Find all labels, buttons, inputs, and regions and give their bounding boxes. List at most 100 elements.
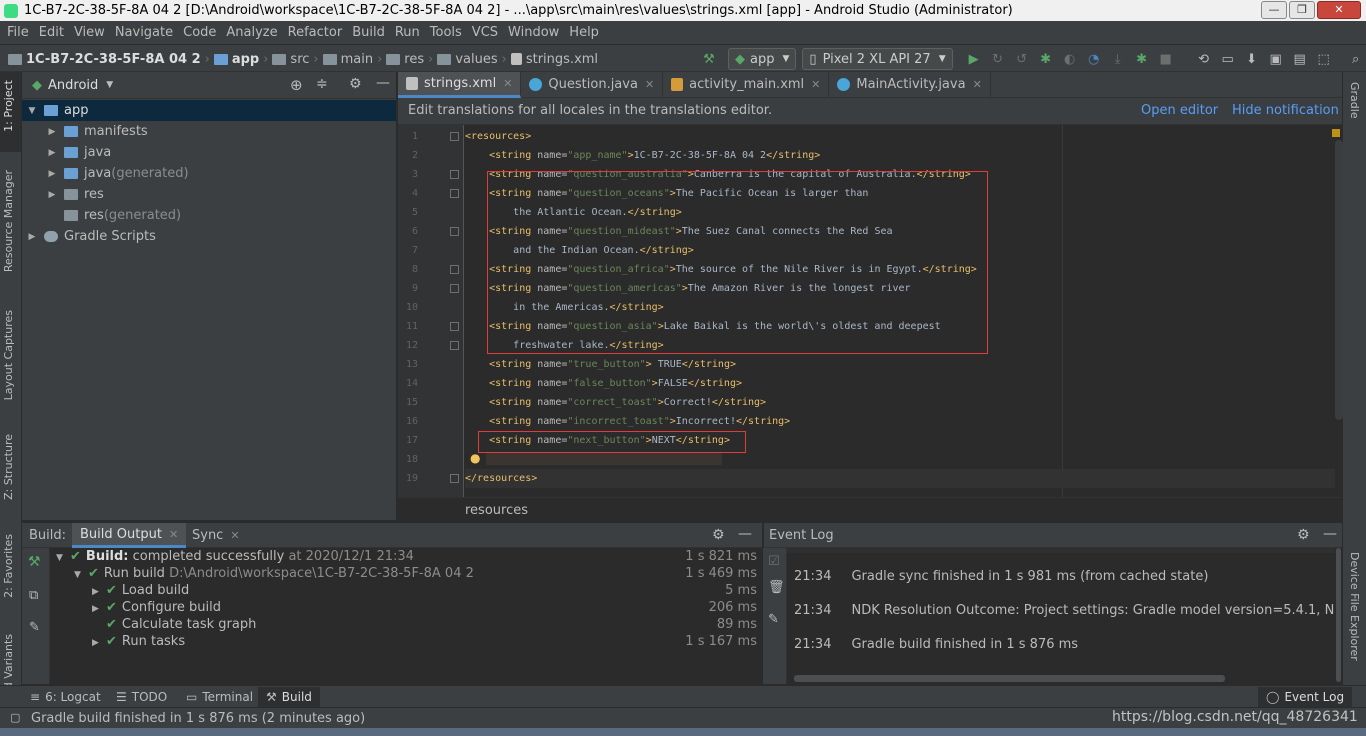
close-button[interactable]: ✕ (1317, 1, 1361, 19)
menu-build[interactable]: Build (347, 21, 390, 44)
tool-tab-device-file-explorer[interactable]: Device File Explorer (1348, 552, 1361, 661)
gear-icon[interactable]: ⚙ (712, 527, 725, 543)
search-icon[interactable]: ⌕ (1347, 50, 1365, 68)
menu-help[interactable]: Help (564, 21, 604, 44)
minimize-button[interactable]: — (1261, 1, 1287, 19)
crumb-main[interactable]: main (322, 52, 373, 67)
mark-read-icon[interactable]: ☑ (768, 554, 780, 569)
tool-tab-terminal[interactable]: ▭ Terminal (186, 688, 253, 706)
tree-node[interactable]: ▶ java (generated) (22, 163, 396, 184)
chevron-down-icon[interactable]: ▼ (106, 80, 113, 90)
hide-panel-icon[interactable]: — (1323, 526, 1337, 542)
hide-notification-link[interactable]: Hide notification (1232, 103, 1339, 118)
chevron-right-icon[interactable]: ▶ (46, 169, 58, 179)
tool-tab-gradle[interactable]: Gradle (1348, 82, 1361, 119)
tree-node[interactable]: ▶ manifests (22, 121, 396, 142)
status-toggle-icon[interactable]: ▢ (10, 711, 20, 724)
apply-code-changes-icon[interactable]: ↺ (1013, 50, 1031, 68)
tab-question-java[interactable]: Question.java ✕ (521, 71, 664, 98)
chevron-down-icon[interactable]: ▼ (26, 106, 38, 116)
tab-build-output[interactable]: Build Output ✕ (72, 523, 187, 548)
chevron-right-icon[interactable]: ▶ (26, 232, 38, 242)
fold-marker-icon[interactable] (450, 170, 459, 179)
hammer-icon[interactable]: ⚒ (700, 50, 718, 68)
run-config-select[interactable]: ◆ app ▼ (728, 48, 797, 70)
crumb-src[interactable]: src (272, 52, 309, 67)
gear-icon[interactable]: ⚙ (349, 76, 362, 92)
stop-icon[interactable]: ■ (1157, 50, 1175, 68)
build-tree-row[interactable]: ▼ ✔ Run build D:\Android\workspace\1C-B7-2… (50, 565, 762, 582)
tab-activity-main-xml[interactable]: activity_main.xml ✕ (663, 71, 830, 98)
crumb-values[interactable]: values (437, 52, 498, 67)
coverage-icon[interactable]: ◐ (1061, 50, 1079, 68)
build-tree-row[interactable]: ✔ Calculate task graph 89 ms (50, 616, 762, 633)
crumb-strings-xml[interactable]: strings.xml (510, 52, 598, 67)
fold-marker-icon[interactable] (450, 265, 459, 274)
device-manager-icon[interactable]: ▤ (1291, 50, 1309, 68)
crumb-project[interactable]: 1C-B7-2C-38-5F-8A 04 2 (8, 52, 201, 67)
chevron-right-icon[interactable]: ▶ (46, 190, 58, 200)
project-structure-icon[interactable]: ⬚ (1315, 50, 1333, 68)
tool-tab-layout-captures[interactable]: Layout Captures (2, 310, 15, 400)
hammer-icon[interactable]: ⚒ (28, 554, 41, 570)
close-tab-icon[interactable]: ✕ (645, 78, 654, 91)
build-tree-row[interactable]: ▶ ✔ Load build 5 ms (50, 582, 762, 599)
menu-analyze[interactable]: Analyze (221, 21, 282, 44)
build-tree-row[interactable]: ▼ ✔ Build: completed successfully at 2020/… (50, 548, 762, 565)
apply-changes-icon[interactable]: ↻ (989, 50, 1007, 68)
menu-file[interactable]: File (2, 21, 34, 44)
menu-vcs[interactable]: VCS (467, 21, 503, 44)
gear-icon[interactable]: ⚙ (1297, 527, 1310, 543)
trash-icon[interactable]: 🗑 (768, 580, 785, 595)
menu-tools[interactable]: Tools (425, 21, 467, 44)
layout-inspector-icon[interactable]: ▣ (1267, 50, 1285, 68)
device-select[interactable]: ▯ Pixel 2 XL API 27 ▼ (802, 48, 953, 70)
build-tree-row[interactable]: ▶ ✔ Run tasks 1 s 167 ms (50, 633, 762, 650)
tree-node[interactable]: res (generated) (22, 205, 396, 226)
menu-view[interactable]: View (69, 21, 110, 44)
tool-tab-todo[interactable]: ☰ TODO (116, 688, 167, 706)
chevron-right-icon[interactable]: ▶ (46, 127, 58, 137)
close-tab-icon[interactable]: ✕ (230, 529, 239, 542)
fold-marker-icon[interactable] (450, 227, 459, 236)
horizontal-scrollbar[interactable] (794, 675, 1225, 682)
maximize-button[interactable]: ❐ (1289, 1, 1315, 19)
crumb-res[interactable]: res (386, 52, 424, 67)
tool-tab-favorites[interactable]: 2: Favorites (2, 534, 15, 598)
open-editor-link[interactable]: Open editor (1141, 103, 1218, 118)
run-icon[interactable]: ▶ (965, 50, 983, 68)
menu-code[interactable]: Code (178, 21, 221, 44)
menu-navigate[interactable]: Navigate (110, 21, 178, 44)
tree-node[interactable]: ▶ res (22, 184, 396, 205)
attach-icon[interactable]: ✱ (1133, 50, 1151, 68)
close-tab-icon[interactable]: ✕ (169, 528, 178, 541)
fold-marker-icon[interactable] (450, 322, 459, 331)
fold-marker-icon[interactable] (450, 189, 459, 198)
menu-window[interactable]: Window (503, 21, 564, 44)
toggle-view-icon[interactable]: ⧉ (29, 588, 38, 603)
fold-marker-icon[interactable] (450, 474, 459, 483)
tool-tab-structure[interactable]: Z: Structure (2, 434, 15, 500)
profile-icon[interactable]: ◔ (1085, 50, 1103, 68)
fold-marker-icon[interactable] (450, 132, 459, 141)
tool-tab-resource-manager[interactable]: Resource Manager (2, 170, 15, 272)
attach-debugger-icon[interactable]: ⤓ (1109, 50, 1127, 68)
close-tab-icon[interactable]: ✕ (503, 77, 512, 90)
avd-manager-icon[interactable]: ▭ (1219, 50, 1237, 68)
tool-tab-event-log[interactable]: ◯ Event Log (1258, 687, 1353, 707)
tool-tab-project[interactable]: 1: Project (2, 80, 15, 132)
hide-panel-icon[interactable]: — (376, 75, 390, 91)
menu-run[interactable]: Run (390, 21, 425, 44)
project-view-select[interactable]: Android (48, 78, 98, 93)
editor-breadcrumb[interactable]: resources (465, 503, 528, 518)
tab-strings-xml[interactable]: strings.xml ✕ (398, 71, 522, 98)
tree-node[interactable]: ▶ Gradle Scripts (22, 226, 396, 247)
collapse-all-icon[interactable]: ≑ (316, 76, 328, 92)
sdk-manager-icon[interactable]: ⬇ (1243, 50, 1261, 68)
tab-sync[interactable]: Sync ✕ (184, 523, 248, 548)
editor-scrollbar[interactable] (1335, 140, 1343, 420)
locate-icon[interactable]: ⊕ (290, 76, 303, 94)
pin-icon[interactable]: ✎ (29, 620, 40, 635)
sync-gradle-icon[interactable]: ⟲ (1195, 50, 1213, 68)
fold-marker-icon[interactable] (450, 341, 459, 350)
